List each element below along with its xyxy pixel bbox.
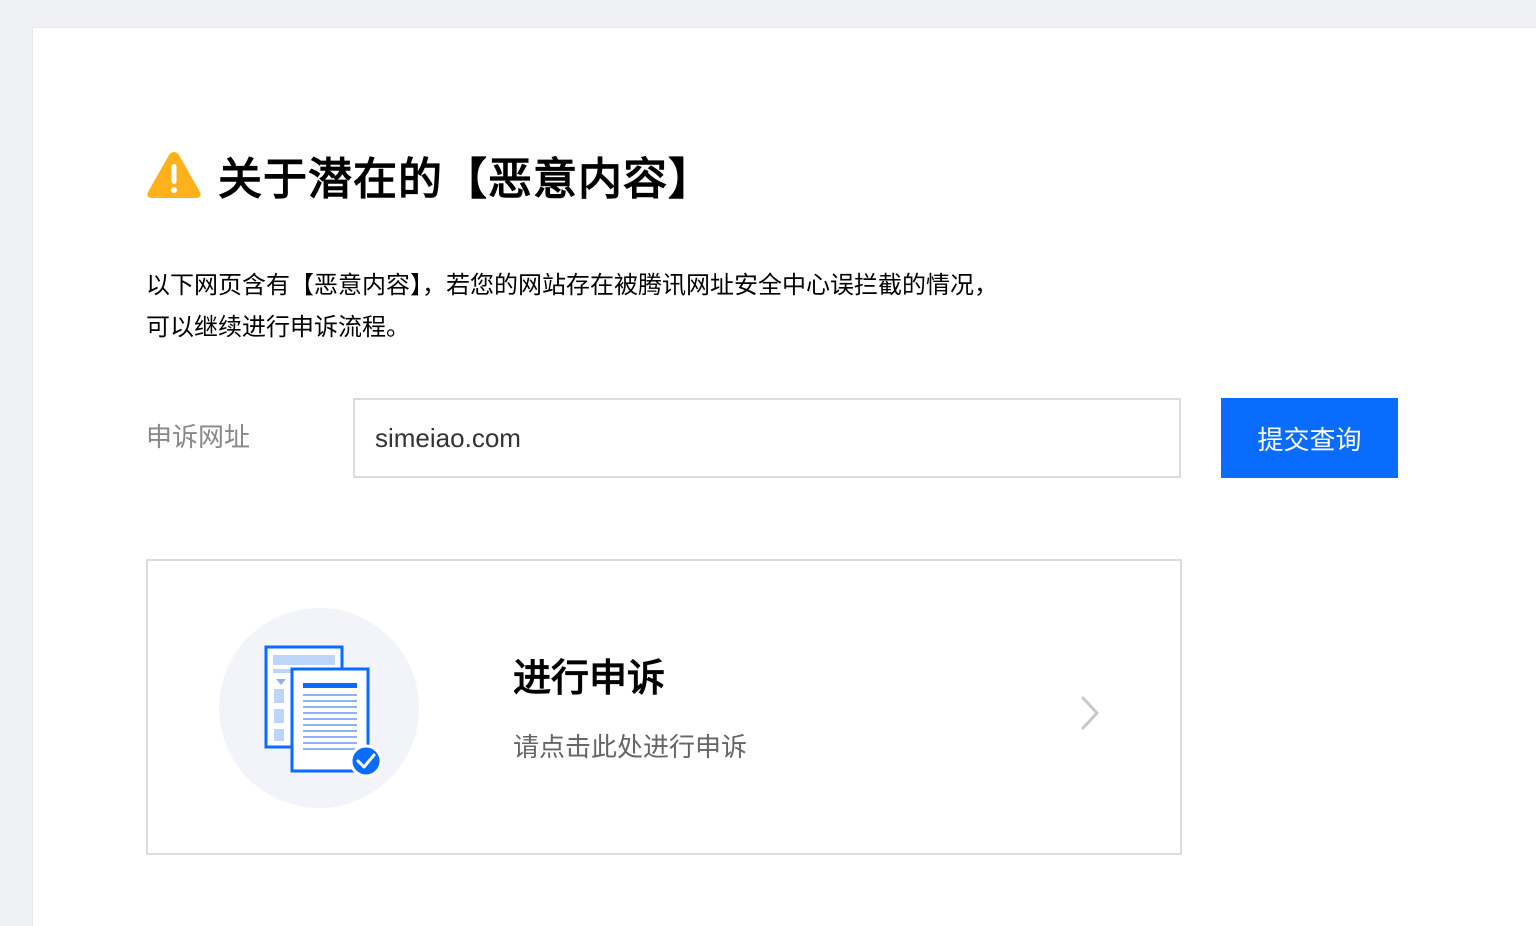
document-check-icon: [219, 608, 419, 808]
appeal-url-label: 申诉网址: [146, 423, 251, 453]
submit-query-button[interactable]: 提交查询: [1221, 398, 1398, 478]
appeal-card[interactable]: 进行申诉 请点击此处进行申诉: [146, 559, 1182, 855]
description: 以下网页含有【恶意内容】，若您的网站存在被腾讯网址安全中心误拦截的情况， 可以继…: [146, 264, 998, 348]
page-header: 关于潜在的【恶意内容】: [146, 145, 713, 205]
description-line-2: 可以继续进行申诉流程。: [146, 313, 410, 341]
chevron-right-icon: [1081, 696, 1099, 730]
appeal-url-form: 申诉网址 提交查询: [146, 398, 1398, 478]
appeal-card-title: 进行申诉: [513, 656, 666, 700]
page-title: 关于潜在的【恶意内容】: [218, 154, 713, 205]
warning-triangle-icon: [147, 152, 201, 198]
appeal-card-subtitle: 请点击此处进行申诉: [513, 733, 748, 763]
description-line-1: 以下网页含有【恶意内容】，若您的网站存在被腾讯网址安全中心误拦截的情况，: [146, 271, 998, 299]
content-panel: 关于潜在的【恶意内容】 以下网页含有【恶意内容】，若您的网站存在被腾讯网址安全中…: [32, 27, 1536, 926]
appeal-url-input[interactable]: [353, 398, 1181, 478]
